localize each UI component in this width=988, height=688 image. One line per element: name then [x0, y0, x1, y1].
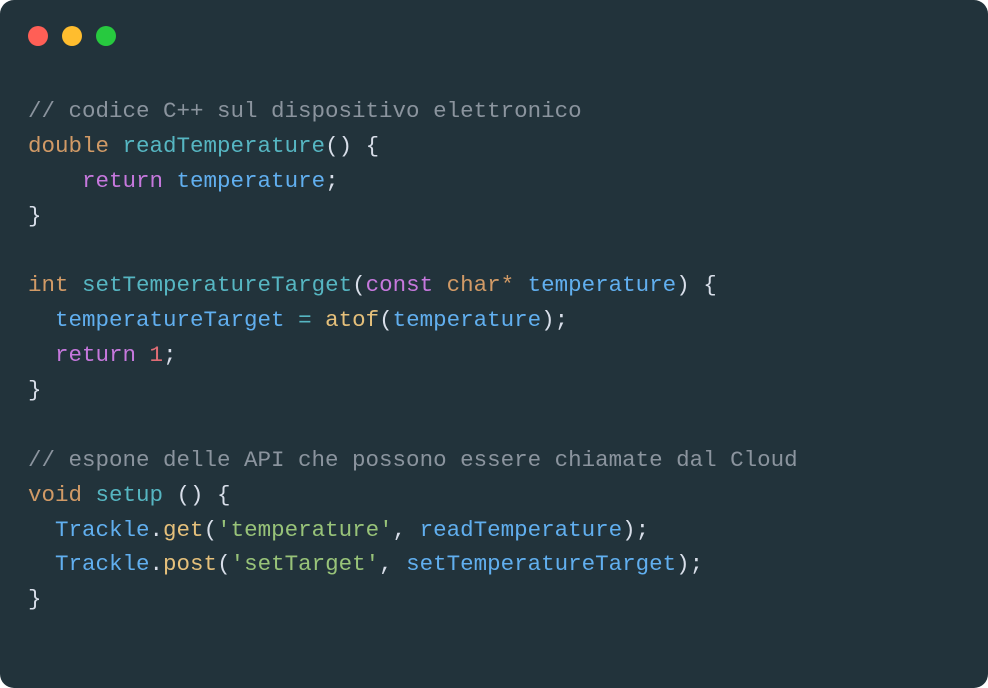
- code-token: temperature: [528, 272, 677, 298]
- code-token: (: [352, 272, 366, 298]
- code-token: () {: [325, 133, 379, 159]
- code-token: () {: [163, 482, 231, 508]
- code-line: }: [28, 377, 42, 403]
- code-token: const: [366, 272, 434, 298]
- code-line: }: [28, 203, 42, 229]
- code-token: 1: [150, 342, 164, 368]
- code-token: ) {: [676, 272, 717, 298]
- code-line: Trackle.post('setTarget', setTemperature…: [28, 551, 703, 577]
- code-token: void: [28, 482, 82, 508]
- code-token: .: [150, 551, 164, 577]
- code-token: readTemperature: [123, 133, 326, 159]
- code-token: [28, 307, 55, 333]
- code-token: [69, 272, 83, 298]
- code-block: // codice C++ sul dispositivo elettronic…: [28, 94, 960, 617]
- code-token: setTemperatureTarget: [406, 551, 676, 577]
- code-token: ,: [379, 551, 406, 577]
- code-line: int setTemperatureTarget(const char* tem…: [28, 272, 717, 298]
- code-token: [28, 168, 82, 194]
- code-window: // codice C++ sul dispositivo elettronic…: [0, 0, 988, 688]
- code-line: temperatureTarget = atof(temperature);: [28, 307, 568, 333]
- code-token: setup: [96, 482, 164, 508]
- code-token: =: [298, 307, 312, 333]
- code-token: (: [204, 517, 218, 543]
- code-token: ;: [325, 168, 339, 194]
- code-token: temperatureTarget: [55, 307, 285, 333]
- code-line: void setup () {: [28, 482, 231, 508]
- zoom-icon[interactable]: [96, 26, 116, 46]
- code-token: [514, 272, 528, 298]
- code-token: ;: [163, 342, 177, 368]
- code-token: // codice C++ sul dispositivo elettronic…: [28, 98, 582, 124]
- code-token: [136, 342, 150, 368]
- code-token: (: [217, 551, 231, 577]
- window-traffic-lights: [28, 26, 960, 46]
- code-token: [28, 342, 55, 368]
- code-line: return temperature;: [28, 168, 339, 194]
- code-token: }: [28, 586, 42, 612]
- code-token: [433, 272, 447, 298]
- code-token: [82, 482, 96, 508]
- code-token: // espone delle API che possono essere c…: [28, 447, 798, 473]
- code-token: readTemperature: [420, 517, 623, 543]
- code-line: double readTemperature() {: [28, 133, 379, 159]
- code-token: (: [379, 307, 393, 333]
- code-token: return: [82, 168, 163, 194]
- code-token: double: [28, 133, 109, 159]
- code-line: }: [28, 586, 42, 612]
- code-token: temperature: [393, 307, 542, 333]
- code-line: // espone delle API che possono essere c…: [28, 447, 798, 473]
- close-icon[interactable]: [28, 26, 48, 46]
- code-token: }: [28, 377, 42, 403]
- code-token: [28, 551, 55, 577]
- code-token: temperature: [177, 168, 326, 194]
- code-token: }: [28, 203, 42, 229]
- code-token: 'temperature': [217, 517, 393, 543]
- code-token: );: [541, 307, 568, 333]
- code-token: Trackle: [55, 551, 150, 577]
- code-token: ,: [393, 517, 420, 543]
- code-token: );: [622, 517, 649, 543]
- code-token: [312, 307, 326, 333]
- code-token: int: [28, 272, 69, 298]
- code-line: Trackle.get('temperature', readTemperatu…: [28, 517, 649, 543]
- code-token: [109, 133, 123, 159]
- minimize-icon[interactable]: [62, 26, 82, 46]
- code-token: setTemperatureTarget: [82, 272, 352, 298]
- code-token: Trackle: [55, 517, 150, 543]
- code-token: );: [676, 551, 703, 577]
- code-token: [163, 168, 177, 194]
- code-token: get: [163, 517, 204, 543]
- code-line: return 1;: [28, 342, 177, 368]
- code-line: // codice C++ sul dispositivo elettronic…: [28, 98, 582, 124]
- code-token: [285, 307, 299, 333]
- code-token: .: [150, 517, 164, 543]
- code-token: return: [55, 342, 136, 368]
- code-token: atof: [325, 307, 379, 333]
- code-token: post: [163, 551, 217, 577]
- code-token: char*: [447, 272, 515, 298]
- code-token: [28, 517, 55, 543]
- code-token: 'setTarget': [231, 551, 380, 577]
